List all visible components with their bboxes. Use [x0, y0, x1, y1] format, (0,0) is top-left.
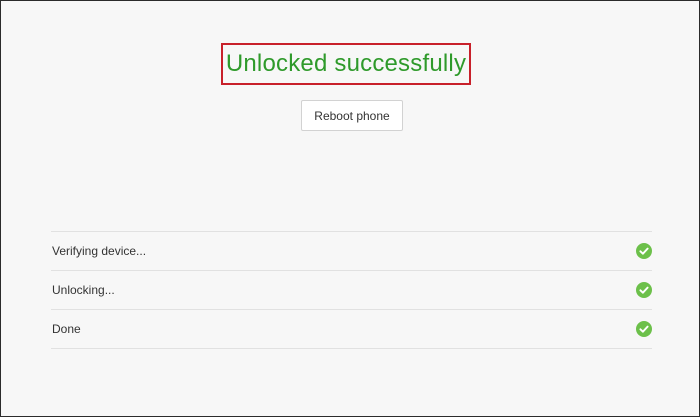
- step-row-verifying: Verifying device...: [51, 232, 652, 271]
- step-row-done: Done: [51, 310, 652, 349]
- progress-steps-list: Verifying device... Unlocking... Done: [51, 231, 652, 349]
- check-circle-icon: [636, 321, 652, 337]
- reboot-phone-button[interactable]: Reboot phone: [301, 100, 403, 131]
- unlock-result-window: Unlocked successfully Reboot phone Verif…: [0, 0, 700, 417]
- step-label: Verifying device...: [52, 244, 147, 258]
- step-label: Unlocking...: [52, 283, 115, 297]
- check-circle-icon: [636, 243, 652, 259]
- step-row-unlocking: Unlocking...: [51, 271, 652, 310]
- result-headline: Unlocked successfully: [225, 50, 467, 77]
- check-circle-icon: [636, 282, 652, 298]
- result-highlight-box: Unlocked successfully: [221, 43, 471, 85]
- step-label: Done: [52, 322, 81, 336]
